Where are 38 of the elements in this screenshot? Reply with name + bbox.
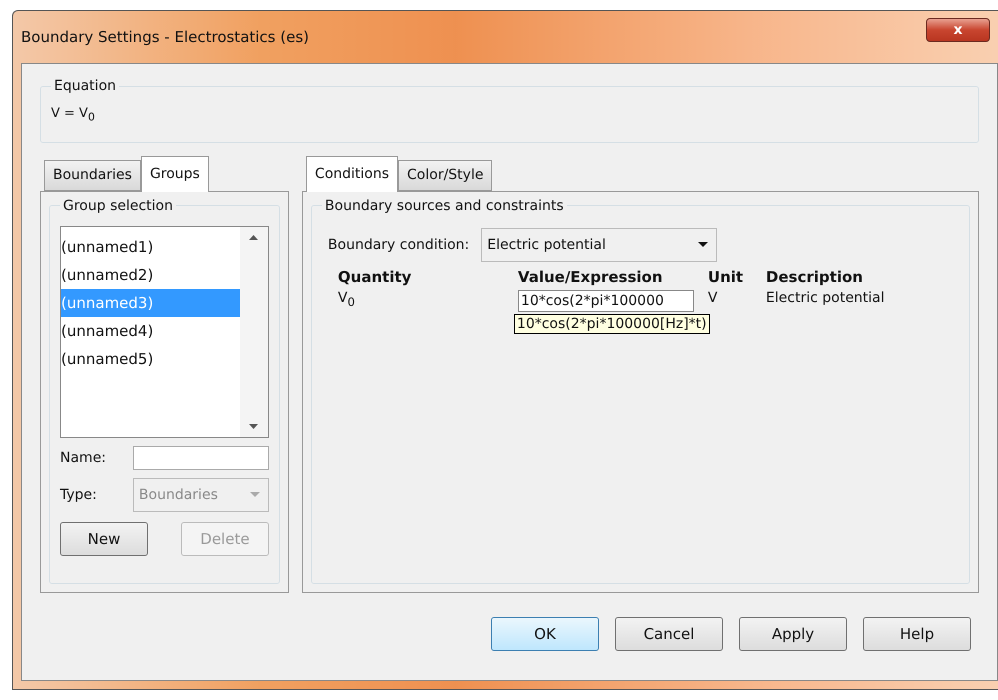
group-title: Equation xyxy=(53,78,118,94)
caret-icon xyxy=(250,492,260,498)
scroll-down-icon[interactable] xyxy=(249,424,258,429)
caret-icon xyxy=(698,242,708,248)
scroll-up-icon[interactable] xyxy=(249,234,258,240)
column-header: Description xyxy=(766,268,864,286)
scrollbar[interactable] xyxy=(240,226,268,437)
tab[interactable]: Groups xyxy=(140,156,209,192)
list-item[interactable]: (unnamed1) xyxy=(61,232,240,261)
condition-dropdown[interactable]: Electric potential xyxy=(481,228,718,262)
dialog-button[interactable]: Cancel xyxy=(615,616,723,651)
column-header: Quantity xyxy=(338,268,412,286)
field-label: Boundary condition: xyxy=(328,236,470,253)
list-item[interactable]: (unnamed4) xyxy=(61,316,240,345)
field-label: Type: xyxy=(60,486,97,503)
close-button[interactable]: x xyxy=(926,18,990,42)
group-title: Boundary sources and constraints xyxy=(324,198,565,214)
group-button[interactable]: New xyxy=(60,522,148,556)
field-label: Name: xyxy=(60,450,106,466)
dialog-button[interactable]: OK xyxy=(491,616,599,651)
list-item[interactable]: (unnamed5) xyxy=(61,344,240,373)
description-cell-text: Electric potential xyxy=(766,290,886,308)
tab[interactable]: Conditions xyxy=(306,156,398,192)
group-title: Group selection xyxy=(62,198,174,214)
list-item[interactable]: (unnamed2) xyxy=(61,260,240,289)
equation-formula: V = V$_{0}$ xyxy=(51,105,96,126)
column-header: Unit xyxy=(708,268,744,286)
value-field[interactable]: 10*cos(2*pi*100000 xyxy=(518,290,694,312)
name-field[interactable] xyxy=(132,446,269,470)
window-title: Boundary Settings - Electrostatics (es) xyxy=(21,28,310,46)
tab[interactable]: Color/Style xyxy=(398,160,492,191)
column-header: Value/Expression xyxy=(518,268,664,286)
unit-cell-text: V xyxy=(708,290,718,308)
tab[interactable]: Boundaries xyxy=(44,160,141,191)
dialog-button[interactable]: Help xyxy=(863,616,971,651)
tooltip: 10*cos(2*pi*100000[Hz]*t) xyxy=(514,314,710,334)
dialog-button[interactable]: Apply xyxy=(739,616,847,651)
quantity-cell-text: V$_{0}$ xyxy=(338,290,356,310)
